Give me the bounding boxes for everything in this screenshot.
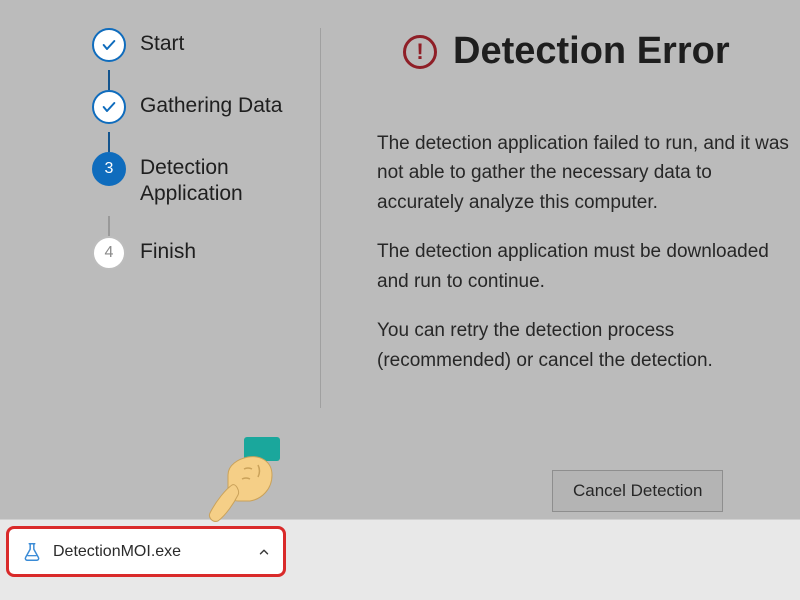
step-detection-application: 3 Detection Application [92,152,300,208]
step-label: Start [140,28,184,57]
error-paragraph: You can retry the detection process (rec… [377,316,797,375]
step-connector [108,216,110,236]
step-number-badge: 3 [92,152,126,186]
cancel-detection-button[interactable]: Cancel Detection [552,470,723,512]
check-icon [92,90,126,124]
error-circle-icon: ! [403,35,437,69]
error-paragraph: The detection application must be downlo… [377,237,797,296]
check-icon [92,28,126,62]
download-filename: DetectionMOI.exe [53,543,247,561]
wizard-main: Start Gathering Data 3 Detection Applica… [0,0,800,519]
error-heading: ! Detection Error [403,30,800,73]
step-gathering-data: Gathering Data [92,90,300,124]
progress-stepper: Start Gathering Data 3 Detection Applica… [0,0,320,519]
step-start: Start [92,28,300,62]
page-title: Detection Error [453,30,730,73]
error-paragraph: The detection application failed to run,… [377,129,797,217]
error-panel: ! Detection Error The detection applicat… [321,0,800,519]
step-label: Detection Application [140,152,300,208]
step-label: Gathering Data [140,90,282,119]
flask-file-icon [21,541,43,563]
step-label: Finish [140,236,196,265]
browser-download-bar: DetectionMOI.exe [0,519,800,600]
download-item[interactable]: DetectionMOI.exe [6,526,286,577]
step-number-badge: 4 [92,236,126,270]
chevron-up-icon[interactable] [257,545,271,559]
step-connector [108,132,110,152]
error-body: The detection application failed to run,… [377,129,797,375]
step-finish: 4 Finish [92,236,300,270]
step-connector [108,70,110,90]
